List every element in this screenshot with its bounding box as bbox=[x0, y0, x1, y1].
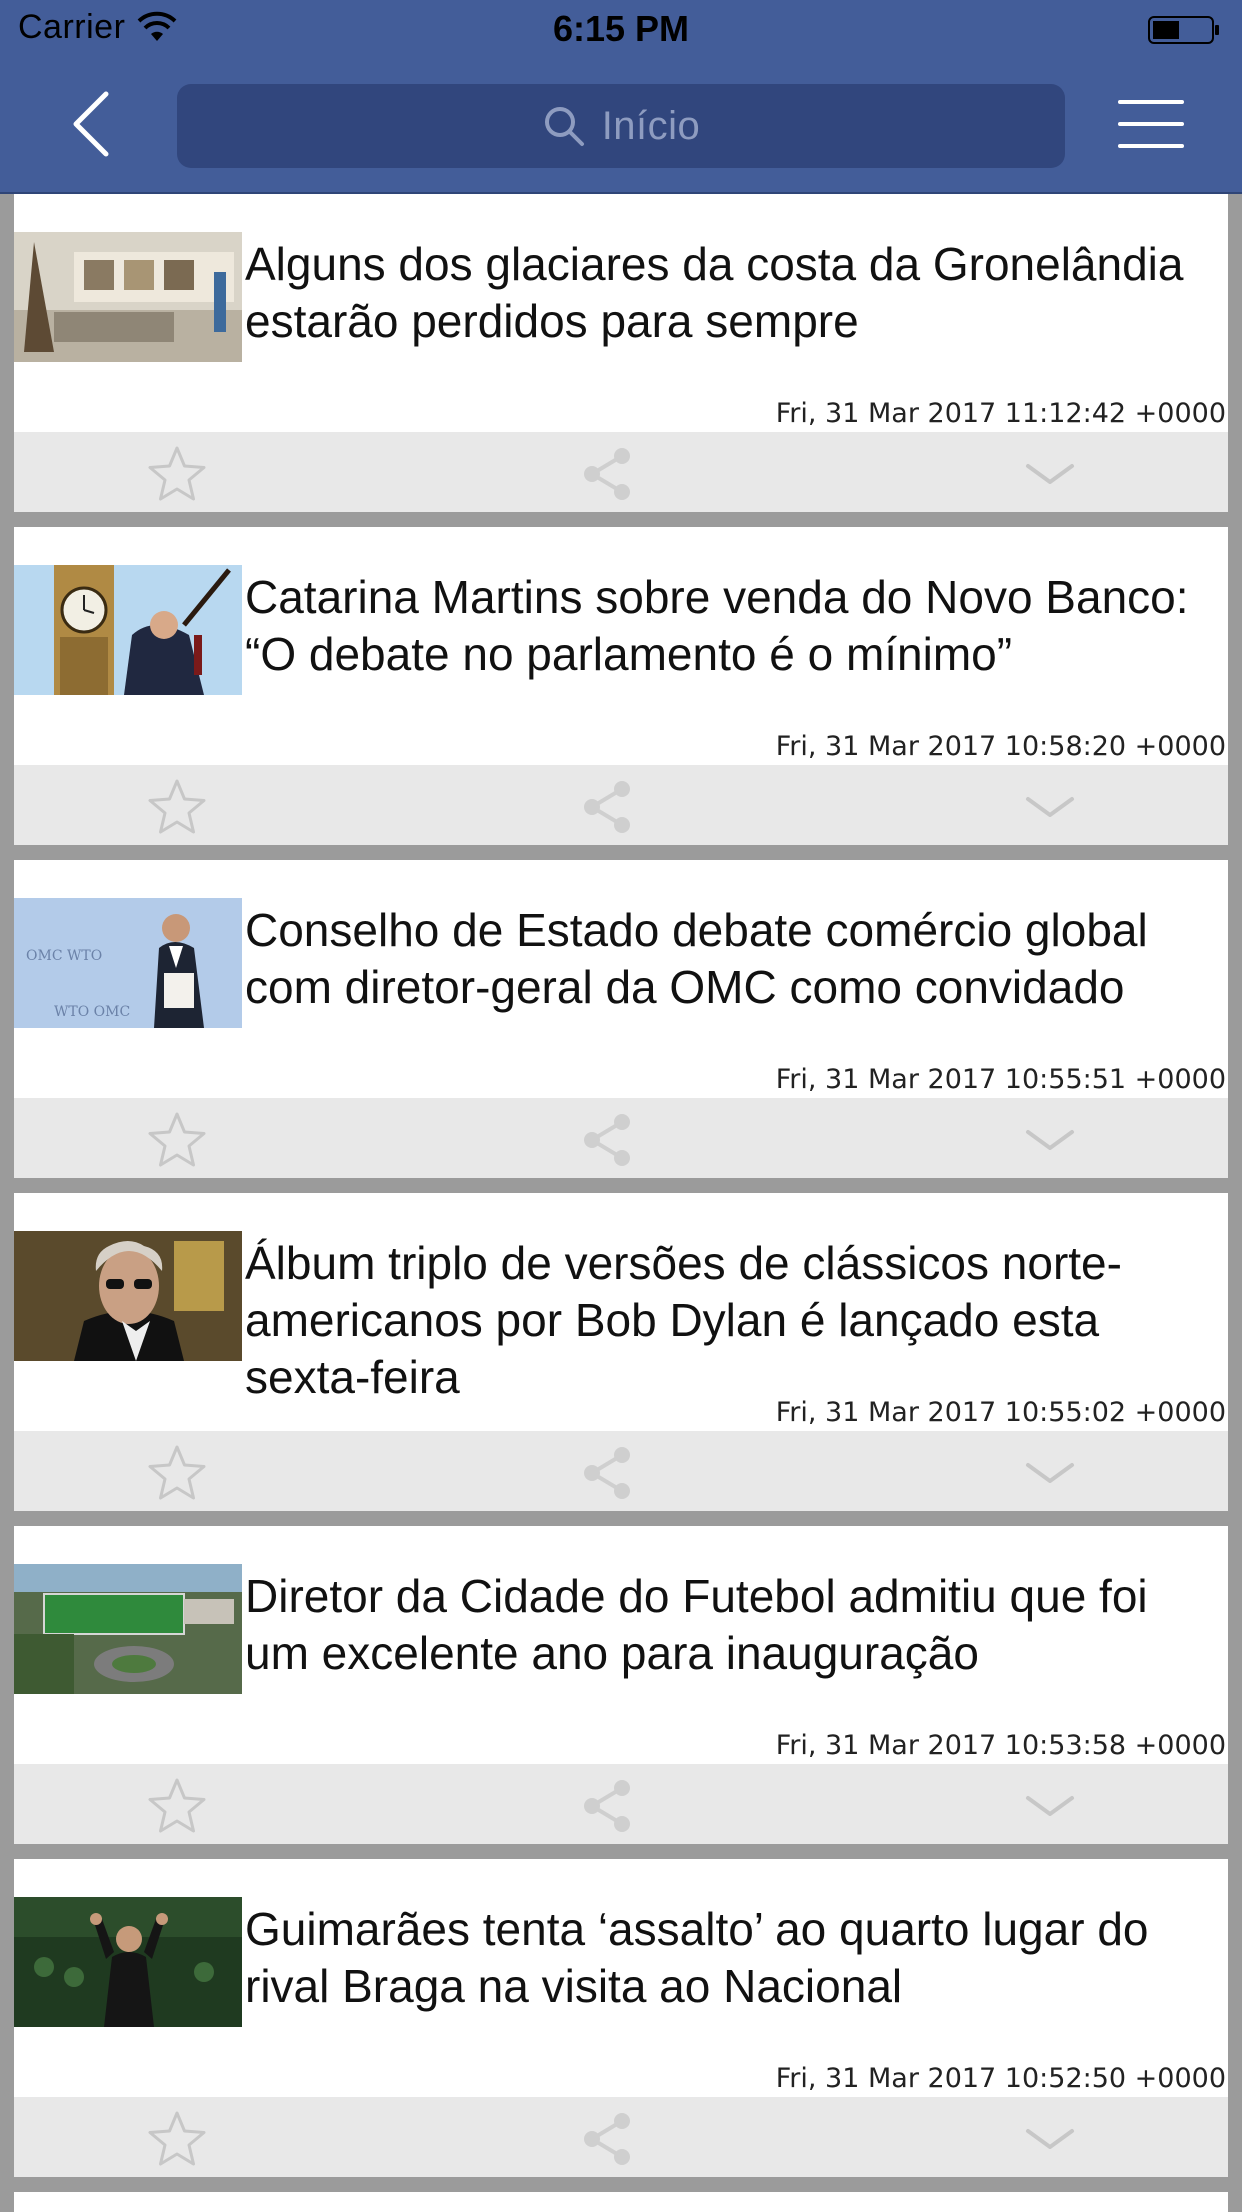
share-icon bbox=[584, 781, 630, 833]
expand-button[interactable] bbox=[1018, 775, 1082, 839]
expand-button[interactable] bbox=[1018, 1441, 1082, 1505]
chevron-down-icon bbox=[1026, 2129, 1074, 2149]
article-action-bar bbox=[14, 1431, 1228, 1511]
article-title[interactable]: Alguns dos glaciares da costa da Gronelâ… bbox=[245, 236, 1224, 350]
menu-button[interactable] bbox=[1118, 100, 1184, 148]
article-thumbnail[interactable] bbox=[14, 232, 242, 362]
article-action-bar bbox=[14, 765, 1228, 845]
news-card[interactable]: Guimarães tenta ‘assalto’ ao quarto luga… bbox=[14, 1859, 1228, 2177]
article-thumbnail[interactable] bbox=[14, 1231, 242, 1361]
share-icon bbox=[584, 1114, 630, 1166]
navigation-header: Carrier 6:15 PM Início bbox=[0, 0, 1242, 194]
svg-text:WTO OMC: WTO OMC bbox=[54, 1004, 130, 1020]
star-outline-icon bbox=[148, 779, 206, 834]
chevron-down-icon bbox=[1026, 464, 1074, 484]
status-time: 6:15 PM bbox=[552, 8, 690, 49]
article-date: Fri, 31 Mar 2017 11:12:42 +0000 bbox=[775, 398, 1226, 429]
svg-text:OMC WTO: OMC WTO bbox=[26, 948, 102, 964]
share-icon bbox=[584, 1447, 630, 1499]
article-date: Fri, 31 Mar 2017 10:58:20 +0000 bbox=[775, 731, 1226, 762]
share-button[interactable] bbox=[576, 442, 640, 506]
share-button[interactable] bbox=[576, 1441, 640, 1505]
status-bar: Carrier 6:15 PM bbox=[0, 0, 1242, 62]
article-title[interactable]: Catarina Martins sobre venda do Novo Ban… bbox=[245, 569, 1224, 683]
chevron-down-icon bbox=[1026, 1130, 1074, 1150]
article-action-bar bbox=[14, 2097, 1228, 2177]
share-icon bbox=[584, 448, 630, 500]
star-outline-icon bbox=[148, 2111, 206, 2166]
article-thumbnail[interactable]: OMC WTO WTO OMC bbox=[14, 898, 242, 1028]
news-card[interactable]: Álbum triplo de versões de clássicos nor… bbox=[14, 1193, 1228, 1511]
search-input-placeholder[interactable]: Início bbox=[602, 104, 701, 149]
news-card[interactable]: Diretor da Cidade do Futebol admitiu que… bbox=[14, 1526, 1228, 1844]
news-card[interactable]: Alguns dos glaciares da costa da Gronelâ… bbox=[14, 194, 1228, 512]
star-outline-icon bbox=[148, 1778, 206, 1833]
article-title[interactable]: Guimarães tenta ‘assalto’ ao quarto luga… bbox=[245, 1901, 1224, 2015]
news-card-partial bbox=[14, 2192, 1228, 2212]
chevron-down-icon bbox=[1026, 1463, 1074, 1483]
article-thumbnail[interactable] bbox=[14, 1564, 242, 1694]
share-icon bbox=[584, 1780, 630, 1832]
article-date: Fri, 31 Mar 2017 10:53:58 +0000 bbox=[775, 1730, 1226, 1761]
favorite-button[interactable] bbox=[145, 1441, 209, 1505]
expand-button[interactable] bbox=[1018, 2107, 1082, 2171]
share-button[interactable] bbox=[576, 775, 640, 839]
article-action-bar bbox=[14, 432, 1228, 512]
share-button[interactable] bbox=[576, 1774, 640, 1838]
article-action-bar bbox=[14, 1098, 1228, 1178]
article-thumbnail[interactable] bbox=[14, 1897, 242, 2027]
share-button[interactable] bbox=[576, 2107, 640, 2171]
article-date: Fri, 31 Mar 2017 10:55:02 +0000 bbox=[775, 1397, 1226, 1428]
article-date: Fri, 31 Mar 2017 10:55:51 +0000 bbox=[775, 1064, 1226, 1095]
star-outline-icon bbox=[148, 1445, 206, 1500]
article-thumbnail[interactable] bbox=[14, 565, 242, 695]
battery-icon bbox=[1148, 16, 1219, 44]
article-date: Fri, 31 Mar 2017 10:52:50 +0000 bbox=[775, 2063, 1226, 2094]
favorite-button[interactable] bbox=[145, 442, 209, 506]
favorite-button[interactable] bbox=[145, 775, 209, 839]
article-title[interactable]: Diretor da Cidade do Futebol admitiu que… bbox=[245, 1568, 1224, 1682]
favorite-button[interactable] bbox=[145, 1108, 209, 1172]
star-outline-icon bbox=[148, 1112, 206, 1167]
chevron-down-icon bbox=[1026, 797, 1074, 817]
share-icon bbox=[584, 2113, 630, 2165]
back-button[interactable] bbox=[60, 88, 120, 160]
star-outline-icon bbox=[148, 446, 206, 501]
favorite-button[interactable] bbox=[145, 1774, 209, 1838]
news-card[interactable]: Catarina Martins sobre venda do Novo Ban… bbox=[14, 527, 1228, 845]
expand-button[interactable] bbox=[1018, 1108, 1082, 1172]
article-title[interactable]: Álbum triplo de versões de clássicos nor… bbox=[245, 1235, 1224, 1406]
article-title[interactable]: Conselho de Estado debate comércio globa… bbox=[245, 902, 1224, 1016]
search-bar[interactable]: Início bbox=[177, 84, 1065, 168]
news-card[interactable]: OMC WTO WTO OMC Conselho de Estado debate … bbox=[14, 860, 1228, 1178]
favorite-button[interactable] bbox=[145, 2107, 209, 2171]
expand-button[interactable] bbox=[1018, 1774, 1082, 1838]
hamburger-menu-icon bbox=[1118, 100, 1184, 148]
share-button[interactable] bbox=[576, 1108, 640, 1172]
expand-button[interactable] bbox=[1018, 442, 1082, 506]
search-icon bbox=[544, 107, 584, 146]
chevron-down-icon bbox=[1026, 1796, 1074, 1816]
article-action-bar bbox=[14, 1764, 1228, 1844]
chevron-left-icon bbox=[73, 91, 109, 157]
